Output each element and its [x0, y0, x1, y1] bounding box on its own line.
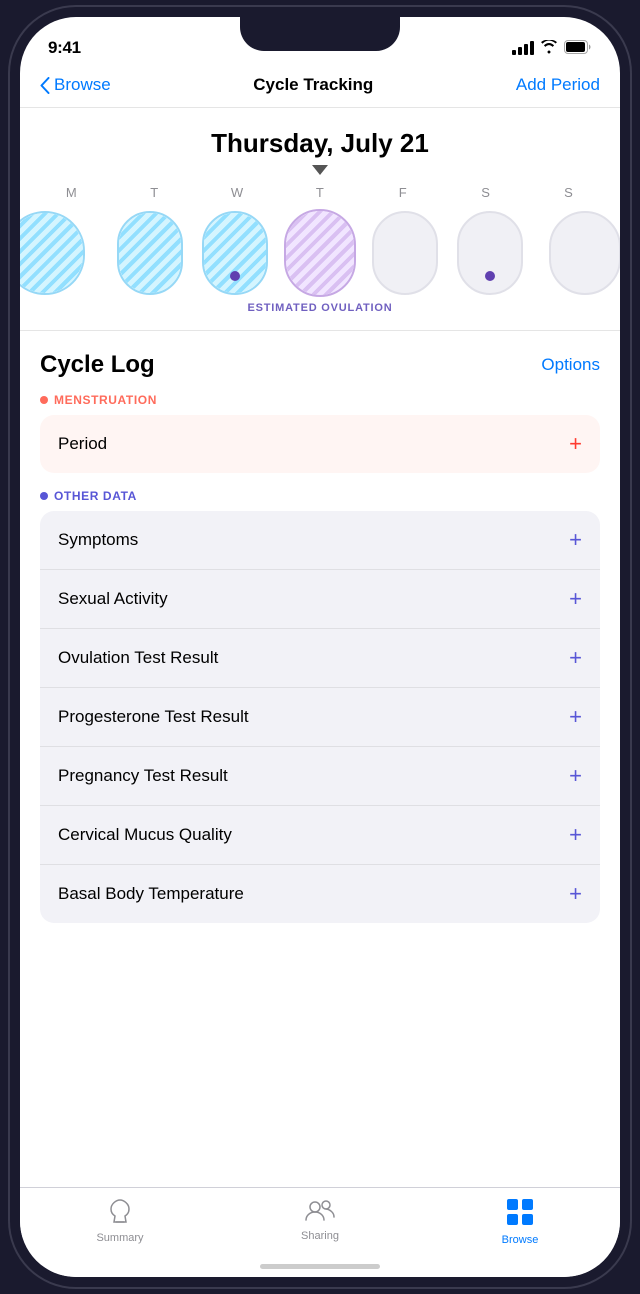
browse-icon	[506, 1198, 534, 1230]
nav-title: Cycle Tracking	[253, 75, 373, 95]
sexual-activity-add-button[interactable]: +	[569, 586, 582, 612]
day-bubble-tue[interactable]	[109, 208, 190, 298]
notch	[240, 17, 400, 51]
signal-icon	[512, 41, 534, 55]
day-bubble-fri[interactable]	[365, 208, 446, 298]
pregnancy-test-item[interactable]: Pregnancy Test Result +	[40, 747, 600, 806]
basal-body-temp-label: Basal Body Temperature	[58, 884, 244, 904]
basal-body-temp-add-button[interactable]: +	[569, 881, 582, 907]
cycle-log-section: Cycle Log Options MENSTRUATION Period + …	[20, 331, 620, 923]
cycle-dot-sat	[485, 271, 495, 281]
cervical-mucus-add-button[interactable]: +	[569, 822, 582, 848]
symptoms-label: Symptoms	[58, 530, 138, 550]
cervical-mucus-label: Cervical Mucus Quality	[58, 825, 232, 845]
other-data-category: OTHER DATA	[40, 489, 600, 503]
triangle-icon	[312, 165, 328, 175]
ovulation-test-add-button[interactable]: +	[569, 645, 582, 671]
period-label: Period	[58, 434, 107, 454]
progesterone-test-add-button[interactable]: +	[569, 704, 582, 730]
status-time: 9:41	[48, 38, 81, 58]
day-label-fri: F	[361, 185, 444, 200]
ovulation-test-item[interactable]: Ovulation Test Result +	[40, 629, 600, 688]
day-label-tue: T	[113, 185, 196, 200]
browse-label: Browse	[502, 1234, 539, 1246]
ovulation-label: ESTIMATED OVULATION	[20, 302, 620, 314]
scroll-content: Thursday, July 21 M T W T F S S	[20, 108, 620, 1176]
other-data-dot	[40, 492, 48, 500]
other-data-label: OTHER DATA	[54, 489, 137, 503]
wifi-icon	[540, 40, 558, 57]
symptoms-add-button[interactable]: +	[569, 527, 582, 553]
battery-icon	[564, 40, 592, 57]
progesterone-test-label: Progesterone Test Result	[58, 707, 249, 727]
symptoms-item[interactable]: Symptoms +	[40, 511, 600, 570]
period-add-button[interactable]: +	[569, 431, 582, 457]
sexual-activity-item[interactable]: Sexual Activity +	[40, 570, 600, 629]
day-label-sat: S	[444, 185, 527, 200]
date-title: Thursday, July 21	[40, 128, 600, 159]
menstruation-list: Period +	[40, 415, 600, 473]
section-header: Cycle Log Options	[40, 351, 600, 379]
summary-icon	[106, 1198, 134, 1228]
date-header: Thursday, July 21	[20, 108, 620, 185]
sharing-icon	[304, 1198, 336, 1226]
back-label: Browse	[54, 75, 111, 95]
day-bubble-sun[interactable]	[535, 208, 616, 298]
menstruation-category: MENSTRUATION	[40, 393, 600, 407]
date-arrow	[40, 165, 600, 175]
home-indicator	[260, 1264, 380, 1269]
add-period-button[interactable]: Add Period	[516, 75, 600, 95]
day-label-mon: M	[30, 185, 113, 200]
pregnancy-test-label: Pregnancy Test Result	[58, 766, 228, 786]
day-bubbles	[20, 208, 620, 298]
tab-sharing[interactable]: Sharing	[220, 1198, 420, 1242]
tab-browse[interactable]: Browse	[420, 1198, 620, 1246]
sexual-activity-label: Sexual Activity	[58, 589, 168, 609]
menstruation-dot	[40, 396, 48, 404]
sharing-label: Sharing	[301, 1230, 339, 1242]
ovulation-test-label: Ovulation Test Result	[58, 648, 218, 668]
cervical-mucus-item[interactable]: Cervical Mucus Quality +	[40, 806, 600, 865]
nav-bar: Browse Cycle Tracking Add Period	[20, 67, 620, 108]
back-button[interactable]: Browse	[40, 75, 111, 95]
day-label-wed: W	[196, 185, 279, 200]
summary-label: Summary	[96, 1232, 143, 1244]
other-data-list: Symptoms + Sexual Activity + Ovulation T…	[40, 511, 600, 923]
day-label-thu: T	[279, 185, 362, 200]
progesterone-test-item[interactable]: Progesterone Test Result +	[40, 688, 600, 747]
phone-frame: 9:41	[20, 17, 620, 1277]
pregnancy-test-add-button[interactable]: +	[569, 763, 582, 789]
day-bubble-mon[interactable]	[24, 208, 105, 298]
status-icons	[512, 40, 592, 57]
day-label-sun: S	[527, 185, 610, 200]
day-bubble-thu[interactable]	[279, 208, 360, 298]
day-bubble-wed[interactable]	[194, 208, 275, 298]
day-bubble-sat[interactable]	[450, 208, 531, 298]
menstruation-label: MENSTRUATION	[54, 393, 157, 407]
options-button[interactable]: Options	[541, 355, 600, 375]
basal-body-temp-item[interactable]: Basal Body Temperature +	[40, 865, 600, 923]
day-labels: M T W T F S S	[20, 185, 620, 200]
tab-summary[interactable]: Summary	[20, 1198, 220, 1244]
calendar-strip: M T W T F S S	[20, 185, 620, 331]
cycle-dot-wed	[230, 271, 240, 281]
cycle-log-title: Cycle Log	[40, 351, 155, 379]
period-item[interactable]: Period +	[40, 415, 600, 473]
